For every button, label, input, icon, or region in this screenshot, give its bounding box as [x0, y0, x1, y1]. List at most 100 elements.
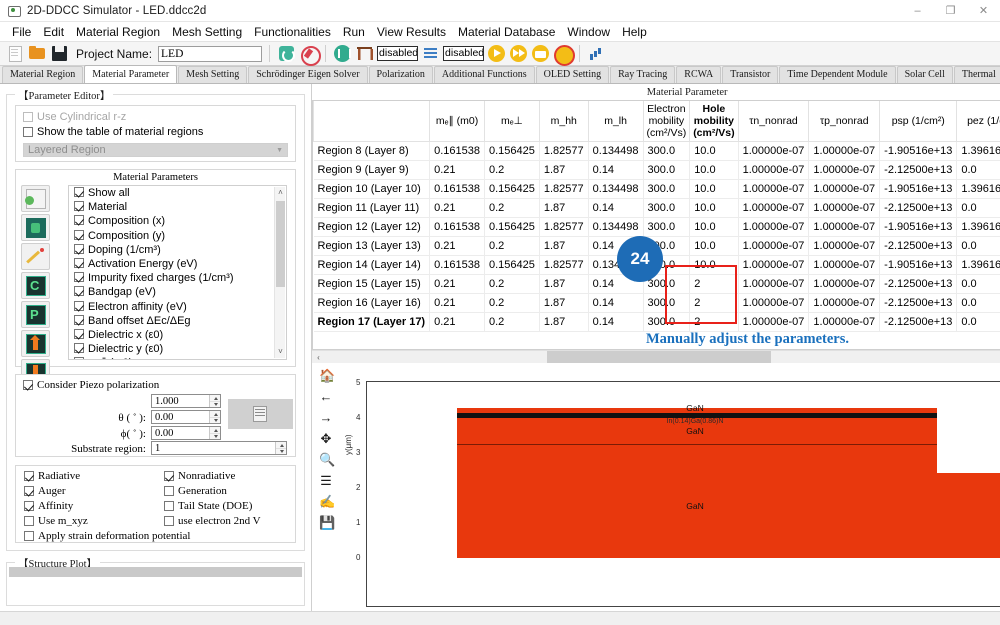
- close-button[interactable]: ✕: [967, 0, 1000, 22]
- cell-m-hh[interactable]: 1.82577: [539, 256, 588, 275]
- paste-region-icon[interactable]: [21, 214, 50, 241]
- cell-tn-nonrad[interactable]: 1.00000e-07: [738, 161, 809, 180]
- cell-tn-nonrad[interactable]: 1.00000e-07: [738, 142, 809, 161]
- menu-item-edit[interactable]: Edit: [37, 24, 70, 40]
- cell-tp-nonrad[interactable]: 1.00000e-07: [809, 237, 880, 256]
- cell-m-lh[interactable]: 0.134498: [588, 142, 643, 161]
- param-checkbox[interactable]: [74, 187, 84, 197]
- theta-stepper[interactable]: 0.00: [151, 410, 221, 424]
- col-header-m-hh[interactable]: m_hh: [539, 101, 588, 142]
- cell-me-parallel[interactable]: 0.161538: [430, 218, 485, 237]
- param-checkbox[interactable]: [74, 201, 84, 211]
- mesh-icon[interactable]: [333, 44, 352, 63]
- hscroll-thumb[interactable]: [547, 351, 771, 364]
- auger-checkbox[interactable]: [24, 486, 34, 496]
- show-table-row[interactable]: Show the table of material regions: [16, 123, 295, 138]
- col-header-me-perp[interactable]: mₑ⊥: [484, 101, 539, 142]
- preview-icon[interactable]: [228, 399, 293, 429]
- table-row[interactable]: Region 17 (Layer 17) 0.21 0.2 1.87 0.14 …: [314, 313, 1000, 332]
- cell-electron-mobility[interactable]: 300.0: [643, 218, 690, 237]
- col-header-psp[interactable]: psp (1/cm²): [880, 101, 957, 142]
- tab-oled-setting[interactable]: OLED Setting: [536, 66, 610, 83]
- cell-me-parallel[interactable]: 0.21: [430, 199, 485, 218]
- menu-item-window[interactable]: Window: [561, 24, 616, 40]
- cell-tp-nonrad[interactable]: 1.00000e-07: [809, 256, 880, 275]
- cell-me-parallel[interactable]: 0.21: [430, 294, 485, 313]
- cell-m-lh[interactable]: 0.134498: [588, 180, 643, 199]
- cell-m-hh[interactable]: 1.82577: [539, 180, 588, 199]
- nonradiative-checkbox[interactable]: [164, 471, 174, 481]
- menu-item-material-region[interactable]: Material Region: [70, 24, 166, 40]
- use-mxyz-checkbox[interactable]: [24, 516, 34, 526]
- tail-state-row[interactable]: Tail State (DOE): [164, 500, 252, 512]
- param-checkbox[interactable]: [74, 215, 84, 225]
- use-cylindrical-checkbox[interactable]: [23, 112, 33, 122]
- menu-item-run[interactable]: Run: [337, 24, 371, 40]
- cell-hole-mobility[interactable]: 10.0: [690, 218, 738, 237]
- piezo-x-stepper[interactable]: 1.000: [151, 394, 221, 408]
- cell-tn-nonrad[interactable]: 1.00000e-07: [738, 275, 809, 294]
- cell-psp[interactable]: -2.12500e+13: [880, 161, 957, 180]
- use-cylindrical-row[interactable]: Use Cylindrical r-z: [16, 106, 295, 123]
- minimize-button[interactable]: –: [901, 0, 934, 22]
- menu-item-material-database[interactable]: Material Database: [452, 24, 561, 40]
- param-checkbox[interactable]: [74, 315, 84, 325]
- table-row[interactable]: Region 11 (Layer 11) 0.21 0.2 1.87 0.14 …: [314, 199, 1000, 218]
- cell-pez[interactable]: 1.39616e+13: [957, 180, 1000, 199]
- cell-me-parallel[interactable]: 0.161538: [430, 180, 485, 199]
- col-header-tn-nonrad[interactable]: τn_nonrad: [738, 101, 809, 142]
- cell-tp-nonrad[interactable]: 1.00000e-07: [809, 313, 880, 332]
- home-icon[interactable]: 🏠: [319, 369, 333, 383]
- cell-m-hh[interactable]: 1.82577: [539, 142, 588, 161]
- cell-tp-nonrad[interactable]: 1.00000e-07: [809, 199, 880, 218]
- cell-region[interactable]: Region 14 (Layer 14): [314, 256, 430, 275]
- electron-2ndv-checkbox[interactable]: [164, 516, 174, 526]
- tab-thermal[interactable]: Thermal: [954, 66, 1000, 83]
- refresh-green-icon[interactable]: [277, 44, 296, 63]
- param-checkbox[interactable]: [74, 343, 84, 353]
- menu-item-file[interactable]: File: [6, 24, 37, 40]
- param-checkbox[interactable]: [74, 272, 84, 282]
- cell-pez[interactable]: 0.0: [957, 237, 1000, 256]
- cell-electron-mobility[interactable]: 300.0: [643, 180, 690, 199]
- stop-icon[interactable]: [553, 44, 572, 63]
- col-header-tp-nonrad[interactable]: τp_nonrad: [809, 101, 880, 142]
- param-checkbox[interactable]: [74, 329, 84, 339]
- cell-tn-nonrad[interactable]: 1.00000e-07: [738, 256, 809, 275]
- cell-me-perp[interactable]: 0.2: [484, 275, 539, 294]
- maximize-button[interactable]: ❐: [934, 0, 967, 22]
- disabled-field-1[interactable]: disabled: [377, 46, 418, 61]
- col-header-region[interactable]: [314, 101, 430, 142]
- cell-m-hh[interactable]: 1.87: [539, 313, 588, 332]
- cell-pez[interactable]: 0.0: [957, 161, 1000, 180]
- cell-tn-nonrad[interactable]: 1.00000e-07: [738, 294, 809, 313]
- tail-state-checkbox[interactable]: [164, 501, 174, 511]
- show-table-checkbox[interactable]: [23, 127, 33, 137]
- new-document-icon[interactable]: [6, 44, 25, 63]
- cell-region[interactable]: Region 12 (Layer 12): [314, 218, 430, 237]
- copy-region-icon[interactable]: [21, 185, 50, 212]
- run-open-icon[interactable]: [531, 44, 550, 63]
- cell-electron-mobility[interactable]: 300.0: [643, 161, 690, 180]
- scroll-up-arrow[interactable]: ˄: [275, 187, 286, 199]
- cell-electron-mobility[interactable]: 300.0: [643, 199, 690, 218]
- cell-psp[interactable]: -2.12500e+13: [880, 237, 957, 256]
- material-parameter-table-wrapper[interactable]: mₑ∥ (m0) mₑ⊥ m_hh m_lh Electron mobility…: [312, 100, 1000, 350]
- tab-transistor[interactable]: Transistor: [722, 66, 778, 83]
- cell-region[interactable]: Region 10 (Layer 10): [314, 180, 430, 199]
- cell-me-perp[interactable]: 0.156425: [484, 180, 539, 199]
- cell-hole-mobility[interactable]: 10.0: [690, 180, 738, 199]
- tab-schrodinger-eigen-solver[interactable]: Schrödinger Eigen Solver: [248, 66, 367, 83]
- cell-hole-mobility[interactable]: 10.0: [690, 237, 738, 256]
- cell-tp-nonrad[interactable]: 1.00000e-07: [809, 180, 880, 199]
- col-header-hole-mobility[interactable]: Hole mobility (cm²/Vs): [690, 101, 738, 142]
- cell-region[interactable]: Region 9 (Layer 9): [314, 161, 430, 180]
- table-row[interactable]: Region 15 (Layer 15) 0.21 0.2 1.87 0.14 …: [314, 275, 1000, 294]
- configure-subplots-icon[interactable]: ☰: [319, 474, 333, 488]
- table-row[interactable]: Region 10 (Layer 10) 0.161538 0.156425 1…: [314, 180, 1000, 199]
- substrate-region-stepper[interactable]: 1: [151, 441, 287, 455]
- table-row[interactable]: Region 16 (Layer 16) 0.21 0.2 1.87 0.14 …: [314, 294, 1000, 313]
- tab-rcwa[interactable]: RCWA: [676, 66, 721, 83]
- generation-checkbox[interactable]: [164, 486, 174, 496]
- menu-item-view-results[interactable]: View Results: [371, 24, 452, 40]
